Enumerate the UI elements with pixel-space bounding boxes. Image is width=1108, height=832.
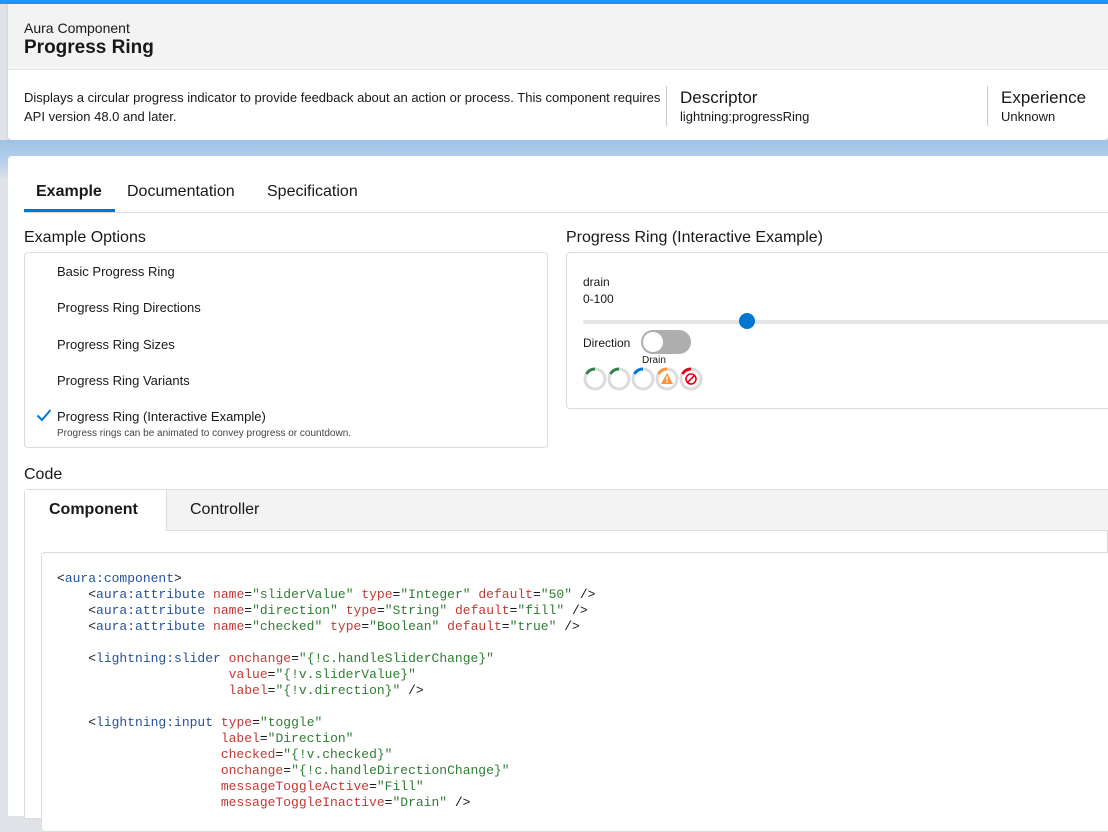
ban-icon [679,367,703,391]
option-progress-ring-directions[interactable]: Progress Ring Directions [57,300,201,315]
tab-bar: Example Documentation Specification [24,176,1108,213]
divider [666,86,667,126]
checkmark-icon [36,409,52,422]
experience-label: Experience [1001,88,1087,107]
component-source-code: <aura:component> <aura:attribute name="s… [57,571,596,810]
component-header: Aura Component Progress Ring Displays a … [8,4,1108,140]
descriptor-value: lightning:progressRing [680,109,810,124]
page-title: Progress Ring [24,37,154,58]
code-tab-bar [25,490,1108,531]
toggle-knob [643,332,663,352]
interactive-demo: drain 0-100 Direction Drain [566,252,1108,409]
progress-ring [583,367,607,391]
active-tab-indicator [24,209,115,212]
demo-heading: Progress Ring (Interactive Example) [566,229,823,246]
slider-track[interactable] [583,320,1108,324]
descriptor-label: Descriptor [680,88,758,107]
slider-label: drain [583,275,610,289]
option-progress-ring-sizes[interactable]: Progress Ring Sizes [57,337,175,352]
code-heading: Code [24,466,63,483]
option-basic-progress-ring[interactable]: Basic Progress Ring [57,264,175,279]
toggle-label: Direction [583,336,631,350]
tab-documentation[interactable]: Documentation [127,183,235,201]
tab-specification[interactable]: Specification [267,183,358,201]
option-subtext: Progress rings can be animated to convey… [57,428,352,439]
component-description: Displays a circular progress indicator t… [24,90,661,124]
code-panel: Component Controller <aura:component> <a… [24,489,1108,832]
header-title-area [8,4,1108,70]
example-options-heading: Example Options [24,229,146,246]
divider [987,86,988,126]
experience-value: Unknown [1001,109,1056,124]
slider-range: 0-100 [583,292,614,306]
progress-ring [631,367,655,391]
progress-ring [607,367,631,391]
toggle-state-text: Drain [642,355,666,366]
option-progress-ring-variants[interactable]: Progress Ring Variants [57,373,190,388]
tab-component[interactable]: Component [49,501,138,519]
code-block: <aura:component> <aura:attribute name="s… [41,552,1108,832]
main-content: Example Documentation Specification Exam… [8,156,1108,832]
example-options-list: Basic Progress Ring Progress Ring Direct… [24,252,548,448]
slider-thumb[interactable] [739,313,755,329]
tab-controller[interactable]: Controller [190,501,259,519]
header-eyebrow: Aura Component [24,20,130,36]
option-progress-ring-interactive[interactable]: Progress Ring (Interactive Example) [57,409,266,424]
warning-icon [655,367,679,391]
direction-toggle[interactable] [641,330,691,354]
tab-example[interactable]: Example [36,183,102,201]
